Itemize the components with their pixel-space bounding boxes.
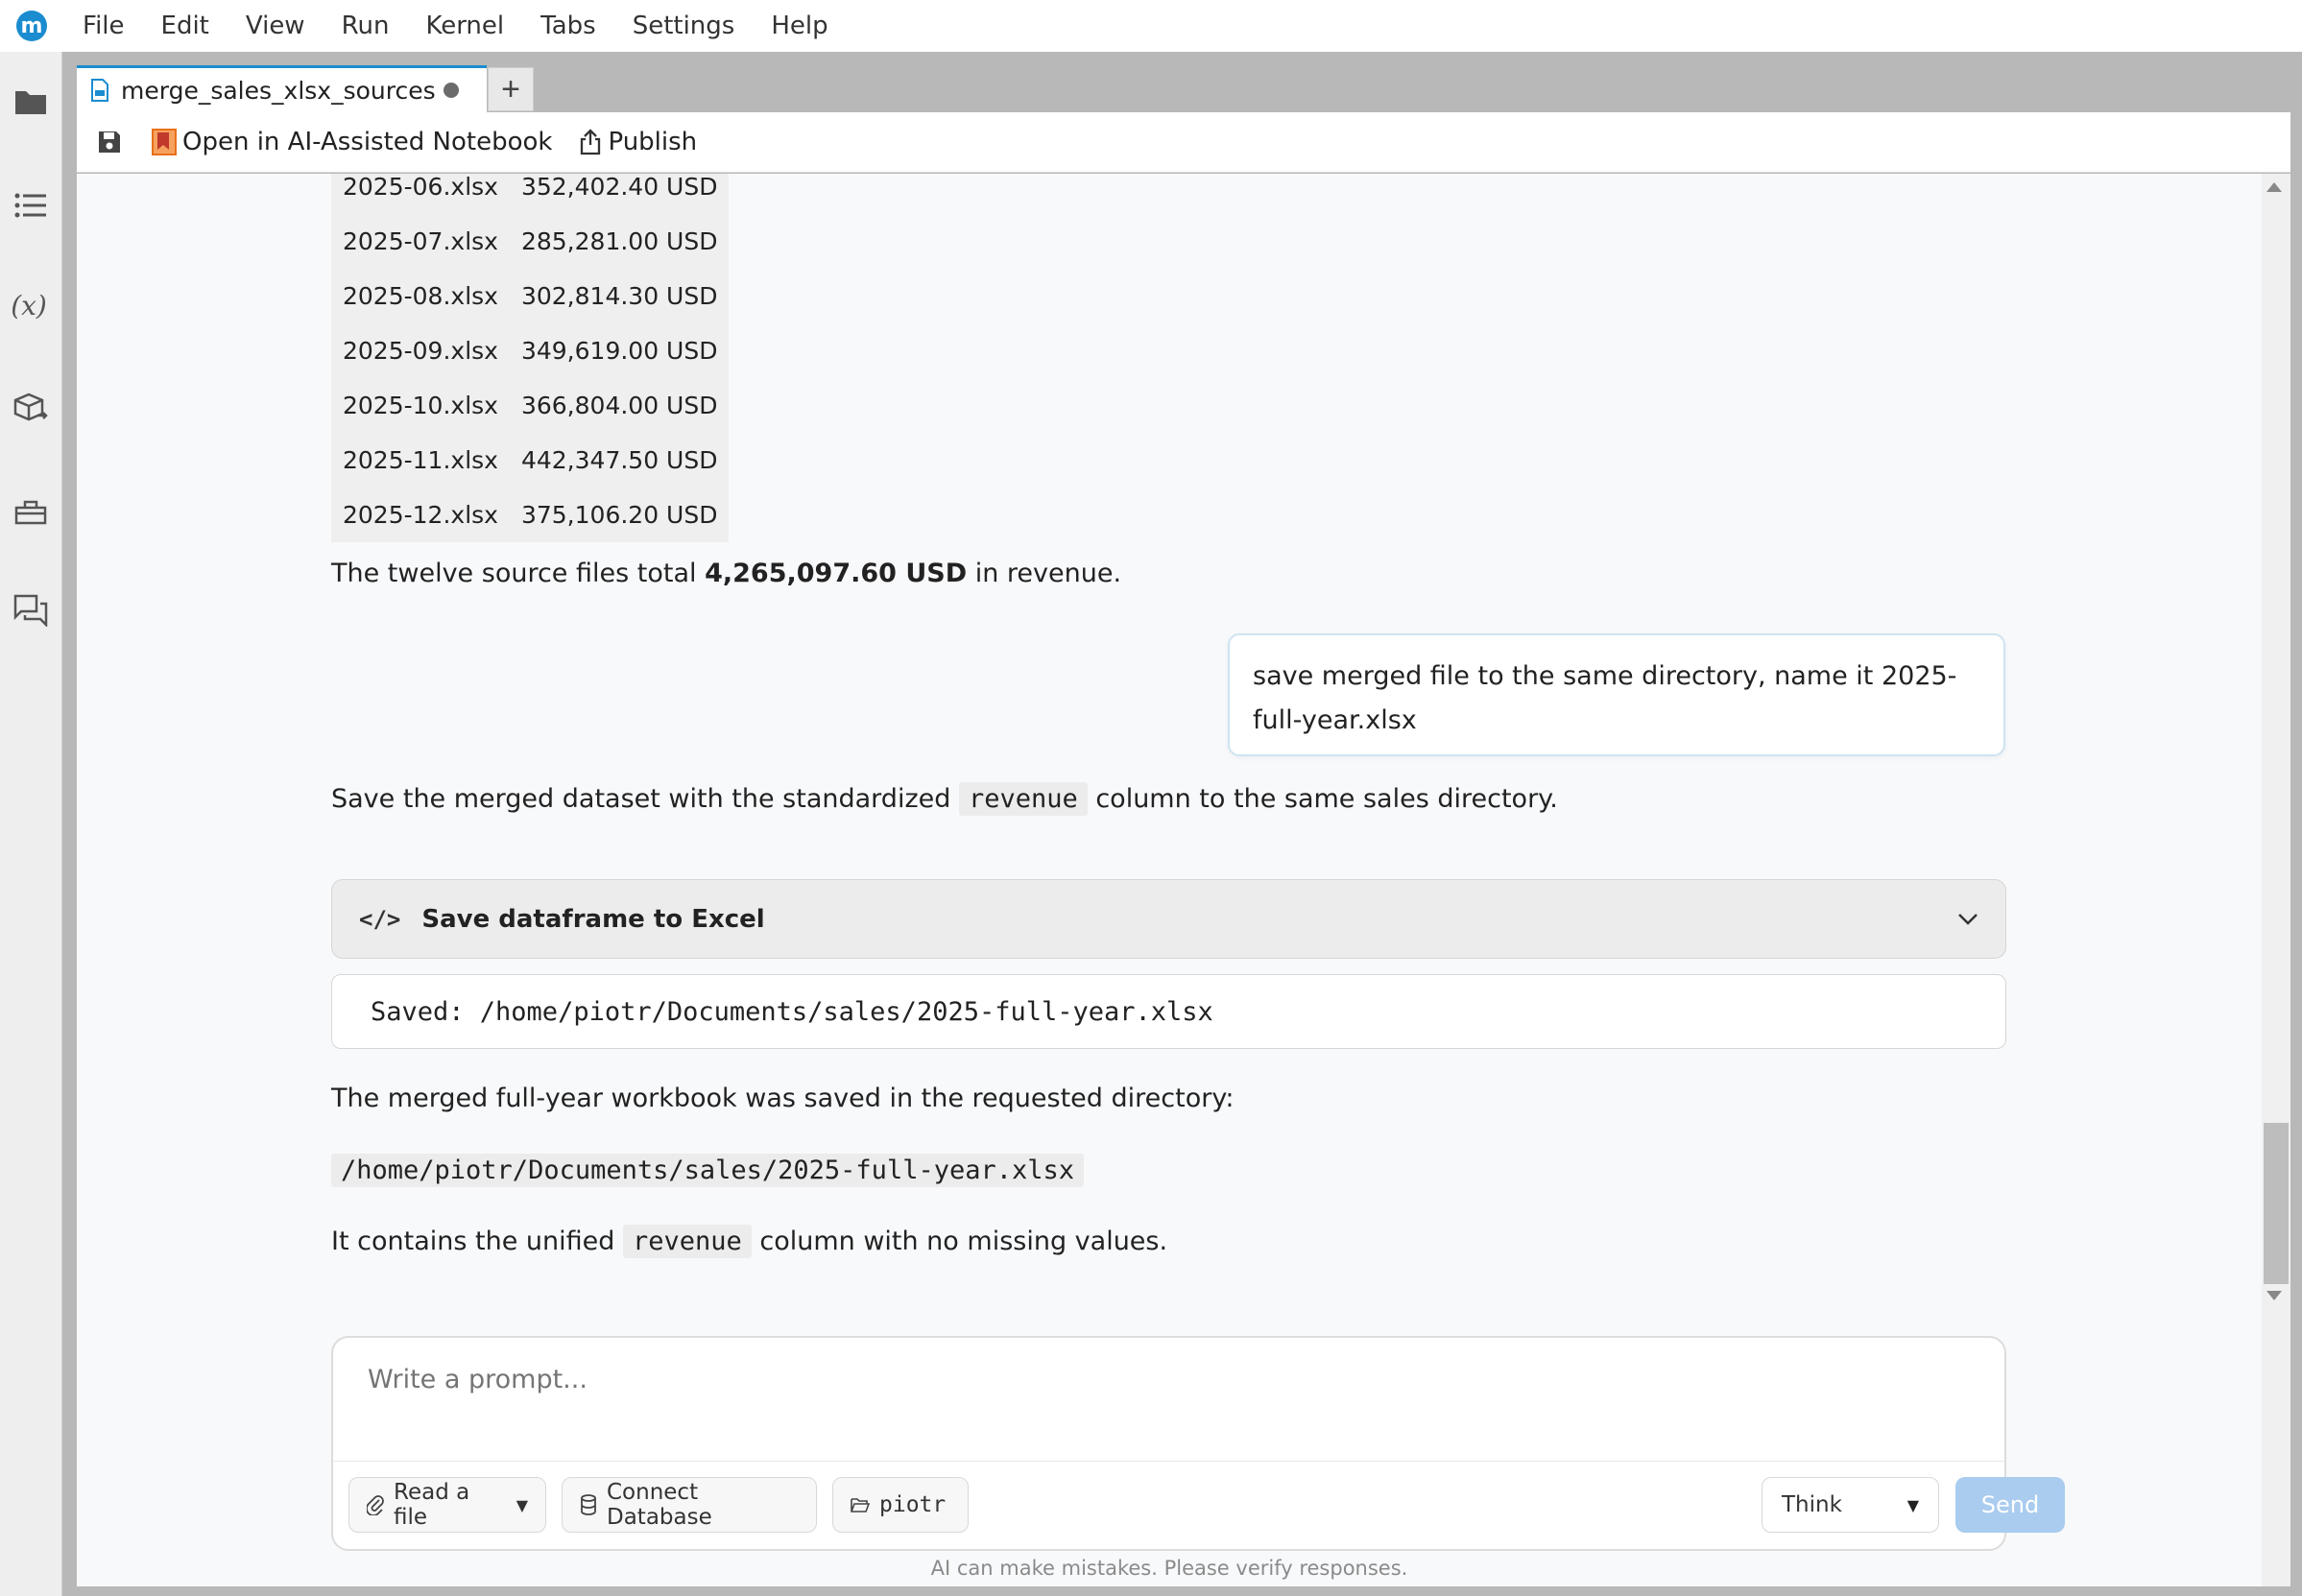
variables-icon[interactable]: (x) — [11, 288, 47, 322]
file-name-cell: 2025-10.xlsx — [331, 378, 510, 433]
send-button[interactable]: Send — [1955, 1477, 2065, 1533]
menu-tabs[interactable]: Tabs — [540, 12, 596, 40]
save-icon[interactable] — [94, 127, 125, 157]
file-name-cell: 2025-06.xlsx — [331, 174, 510, 214]
inline-code: revenue — [958, 782, 1088, 816]
table-row: 2025-09.xlsx 349,619.00 USD — [331, 323, 730, 378]
ai-notebook-icon — [152, 129, 177, 155]
table-row: 2025-10.xlsx 366,804.00 USD — [331, 378, 730, 433]
revenue-cell: 442,347.50 USD — [509, 433, 730, 488]
assistant-intro: Save the merged dataset with the standar… — [331, 782, 1558, 816]
open-ai-notebook-button[interactable]: Open in AI-Assisted Notebook — [152, 128, 552, 156]
scrollbar-thumb[interactable] — [2264, 1123, 2289, 1284]
share-icon — [579, 129, 602, 155]
chat-content-area: 2025-06.xlsx 352,402.40 USD 2025-07.xlsx 2… — [77, 174, 2262, 1586]
file-name-cell: 2025-08.xlsx — [331, 269, 510, 323]
read-file-label: Read a file — [394, 1480, 470, 1530]
unsaved-indicator-icon[interactable] — [444, 83, 459, 98]
tool-output: Saved: /home/piotr/Documents/sales/2025-… — [331, 974, 2006, 1049]
result-path: /home/piotr/Documents/sales/2025-full-ye… — [331, 1154, 1085, 1187]
menu-help[interactable]: Help — [771, 12, 827, 40]
tool-call-title: Save dataframe to Excel — [421, 904, 765, 934]
tab-title: merge_sales_xlsx_sources.ip — [121, 76, 438, 105]
summary-suffix: in revenue. — [967, 559, 1122, 588]
notebook-file-icon — [90, 79, 109, 102]
app-logo: m — [16, 11, 47, 41]
menu-file[interactable]: File — [83, 12, 125, 40]
file-name-cell: 2025-12.xlsx — [331, 488, 510, 542]
prompt-box: Read a file ▼ Connect Database piotr Thi… — [331, 1336, 2065, 1551]
intro-suffix: column to the same sales directory. — [1087, 784, 1558, 814]
paperclip-icon — [367, 1494, 384, 1515]
table-row: 2025-08.xlsx 302,814.30 USD — [331, 269, 730, 323]
code-icon: </> — [359, 905, 401, 933]
revenue-cell: 349,619.00 USD — [509, 323, 730, 378]
scroll-down-arrow-icon[interactable] — [2266, 1291, 2282, 1300]
file-name-cell: 2025-09.xlsx — [331, 323, 510, 378]
menu-view[interactable]: View — [246, 12, 305, 40]
open-ai-notebook-label: Open in AI-Assisted Notebook — [182, 128, 553, 156]
toolbox-icon[interactable] — [13, 493, 48, 528]
file-name-cell: 2025-11.xlsx — [331, 433, 510, 488]
result-path-block: /home/piotr/Documents/sales/2025-full-ye… — [331, 1154, 1085, 1187]
mode-label: Think — [1782, 1492, 1842, 1517]
folder-open-icon — [851, 1496, 870, 1513]
working-folder-button[interactable]: piotr — [832, 1477, 969, 1533]
table-row: 2025-12.xlsx 375,106.20 USD — [331, 488, 730, 542]
publish-button[interactable]: Publish — [579, 128, 697, 156]
result-text: The merged full-year workbook was saved … — [331, 1084, 1235, 1113]
menu-kernel[interactable]: Kernel — [425, 12, 504, 40]
folder-icon[interactable] — [13, 84, 48, 119]
revenue-cell: 352,402.40 USD — [509, 174, 730, 214]
publish-label: Publish — [608, 128, 698, 156]
table-row: 2025-06.xlsx 352,402.40 USD — [331, 174, 730, 214]
final-suffix: column with no missing values. — [751, 1227, 1168, 1256]
connect-database-label: Connect Database — [607, 1480, 712, 1530]
chat-icon[interactable] — [13, 593, 48, 628]
prompt-input[interactable] — [368, 1365, 1952, 1394]
menu-edit[interactable]: Edit — [161, 12, 209, 40]
notebook-tab[interactable]: merge_sales_xlsx_sources.ip — [77, 65, 487, 112]
notebook-toolbar: Open in AI-Assisted Notebook Publish — [77, 112, 2290, 173]
new-tab-button[interactable]: + — [488, 67, 534, 111]
scroll-up-arrow-icon[interactable] — [2266, 182, 2282, 192]
user-message: save merged file to the same directory, … — [1228, 633, 2005, 756]
dropdown-arrow-icon: ▼ — [1906, 1495, 1919, 1514]
table-row: 2025-07.xlsx 285,281.00 USD — [331, 214, 730, 269]
connect-database-button[interactable]: Connect Database — [562, 1477, 817, 1533]
final-text: It contains the unified revenue column w… — [331, 1225, 1168, 1258]
folder-icon[interactable] — [13, 52, 48, 86]
menu-bar: m File Edit View Run Kernel Tabs Setting… — [0, 0, 2302, 52]
revenue-cell: 366,804.00 USD — [509, 378, 730, 433]
mode-select[interactable]: Think ▼ — [1762, 1477, 1939, 1533]
package-icon[interactable] — [13, 392, 48, 426]
file-name-cell: 2025-07.xlsx — [331, 214, 510, 269]
database-icon — [580, 1494, 597, 1515]
folder-label: piotr — [879, 1492, 947, 1517]
disclaimer-text: AI can make mistakes. Please verify resp… — [930, 1557, 1408, 1580]
menu-run[interactable]: Run — [342, 12, 390, 40]
read-file-button[interactable]: Read a file ▼ — [348, 1477, 546, 1533]
revenue-summary: The twelve source files total 4,265,097.… — [331, 559, 1121, 588]
prompt-divider — [333, 1461, 2004, 1462]
table-row: 2025-11.xlsx 442,347.50 USD — [331, 433, 730, 488]
revenue-cell: 285,281.00 USD — [509, 214, 730, 269]
summary-prefix: The twelve source files total — [331, 559, 706, 588]
inline-code: revenue — [622, 1225, 752, 1258]
activity-bar — [0, 52, 62, 1596]
summary-total: 4,265,097.60 USD — [705, 559, 968, 588]
source-files-table: 2025-06.xlsx 352,402.40 USD 2025-07.xlsx 2… — [331, 174, 730, 542]
revenue-cell: 302,814.30 USD — [509, 269, 730, 323]
revenue-cell: 375,106.20 USD — [509, 488, 730, 542]
tool-call-card[interactable]: </> Save dataframe to Excel — [331, 879, 2006, 959]
menu-settings[interactable]: Settings — [633, 12, 735, 40]
dropdown-arrow-icon: ▼ — [516, 1495, 528, 1514]
chevron-down-icon[interactable] — [1957, 913, 1978, 926]
intro-prefix: Save the merged dataset with the standar… — [331, 784, 959, 814]
final-prefix: It contains the unified — [331, 1227, 623, 1256]
table-of-contents-icon[interactable] — [13, 188, 48, 223]
scrollbar[interactable] — [2262, 174, 2290, 1586]
